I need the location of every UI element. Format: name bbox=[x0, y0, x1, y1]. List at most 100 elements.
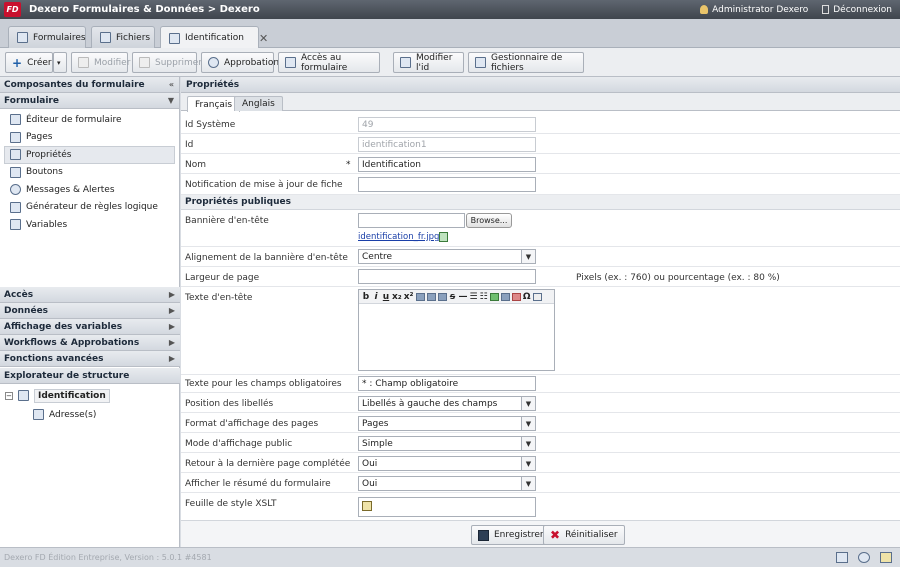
create-button[interactable]: + Créer bbox=[5, 52, 53, 73]
bold-icon[interactable]: b bbox=[362, 292, 370, 302]
modify-id-button[interactable]: Modifier l'id bbox=[393, 52, 464, 73]
file-manager-button[interactable]: Gestionnaire de fichiers bbox=[468, 52, 584, 73]
trash-icon[interactable] bbox=[439, 232, 448, 242]
page-width-hint: Pixels (ex. : 760) ou pourcentage (ex. :… bbox=[576, 273, 780, 283]
row-notify: Notification de mise à jour de fiche bbox=[181, 174, 900, 195]
page-format-select[interactable]: Pages ▼ bbox=[358, 416, 536, 431]
help-icon[interactable] bbox=[836, 552, 848, 563]
tree-item-child[interactable]: Adresse(s) bbox=[0, 405, 180, 424]
components-panel-header[interactable]: Composantes du formulaire « bbox=[0, 77, 179, 93]
user-icon bbox=[700, 5, 709, 14]
tab-label: Fichiers bbox=[116, 32, 151, 43]
tree-root-label: Identification bbox=[34, 388, 110, 403]
group-donnees[interactable]: Données ▶ bbox=[0, 303, 180, 319]
name-field[interactable]: Identification bbox=[358, 157, 536, 172]
align-left-icon[interactable] bbox=[415, 292, 425, 301]
sidebar-item-form-editor[interactable]: Éditeur de formulaire bbox=[0, 111, 179, 129]
user-menu[interactable]: Administrator Dexero bbox=[700, 5, 808, 15]
reset-button[interactable]: ✖ Réinitialiser bbox=[543, 525, 625, 545]
search-icon[interactable] bbox=[880, 552, 892, 563]
logout-link[interactable]: Déconnexion bbox=[822, 5, 892, 15]
ordered-list-icon[interactable]: ☰ bbox=[470, 292, 478, 302]
group-label: Accès bbox=[4, 289, 34, 300]
group-label: Affichage des variables bbox=[4, 321, 123, 332]
return-last-select[interactable]: Oui ▼ bbox=[358, 456, 536, 471]
sidebar-item-properties[interactable]: Propriétés bbox=[4, 146, 175, 164]
subscript-icon[interactable]: x₂ bbox=[392, 292, 402, 302]
modify-button[interactable]: Modifier bbox=[71, 52, 130, 73]
tab-formulaires[interactable]: Formulaires bbox=[8, 26, 86, 48]
link-icon[interactable] bbox=[500, 292, 510, 301]
logout-icon bbox=[822, 5, 830, 14]
language-tabs: Français Anglais bbox=[181, 93, 900, 112]
collapse-left-icon[interactable]: « bbox=[169, 80, 174, 89]
header-text-editor[interactable]: b i u x₂ x² s — ☰ ☷ Ω bbox=[358, 289, 555, 371]
forms-icon bbox=[17, 32, 28, 43]
tab-identification[interactable]: Identification ✕ bbox=[160, 26, 268, 49]
row-show-summary: Afficher le résumé du formulaire Oui ▼ bbox=[181, 473, 900, 493]
collapse-icon[interactable]: − bbox=[5, 391, 13, 400]
group-fonctions-avancees[interactable]: Fonctions avancées ▶ bbox=[0, 351, 180, 367]
field-label: Texte d'en-tête bbox=[185, 293, 253, 303]
approval-icon bbox=[208, 57, 219, 68]
close-icon[interactable]: ✕ bbox=[259, 32, 268, 45]
settings-icon[interactable] bbox=[858, 552, 870, 563]
create-label: Créer bbox=[27, 57, 52, 68]
approval-label: Approbation bbox=[224, 57, 280, 68]
horizontal-rule-icon[interactable]: — bbox=[459, 292, 468, 302]
sidebar-item-variables[interactable]: Variables bbox=[0, 216, 179, 234]
notify-field[interactable] bbox=[358, 177, 536, 192]
sidebar-item-messages[interactable]: Messages & Alertes bbox=[0, 181, 179, 199]
banner-file-input[interactable] bbox=[358, 213, 465, 228]
edit-icon[interactable] bbox=[362, 501, 372, 511]
group-acces[interactable]: Accès ▶ bbox=[0, 287, 180, 303]
approval-button[interactable]: Approbation bbox=[201, 52, 279, 73]
create-dropdown-button[interactable]: ▾ bbox=[53, 52, 67, 73]
form-group-header[interactable]: Formulaire ▼ bbox=[0, 93, 179, 109]
tree-item-root[interactable]: − Identification bbox=[0, 386, 180, 405]
row-system-id: Id Système 49 bbox=[181, 114, 900, 134]
align-center-icon[interactable] bbox=[426, 292, 436, 301]
select-value: Pages bbox=[362, 419, 389, 429]
required-text-field[interactable]: * : Champ obligatoire bbox=[358, 376, 536, 391]
banner-align-select[interactable]: Centre ▼ bbox=[358, 249, 536, 264]
tab-fichiers[interactable]: Fichiers bbox=[91, 26, 155, 48]
sidebar-item-label: Variables bbox=[26, 219, 68, 230]
sidebar-item-pages[interactable]: Pages bbox=[0, 129, 179, 147]
public-mode-select[interactable]: Simple ▼ bbox=[358, 436, 536, 451]
row-header-text: Texte d'en-tête b i u x₂ x² s — ☰ ☷ Ω bbox=[181, 287, 900, 375]
align-right-icon[interactable] bbox=[437, 292, 447, 301]
strikethrough-icon[interactable]: s bbox=[449, 292, 457, 302]
page-width-field[interactable] bbox=[358, 269, 536, 284]
sidebar-item-buttons[interactable]: Boutons bbox=[0, 164, 179, 182]
toolbar: + Créer ▾ Modifier Supprimer Approbation… bbox=[0, 48, 900, 77]
show-summary-select[interactable]: Oui ▼ bbox=[358, 476, 536, 491]
underline-icon[interactable]: u bbox=[382, 292, 390, 302]
unlink-icon[interactable] bbox=[511, 292, 521, 301]
source-icon[interactable] bbox=[532, 292, 542, 301]
form-access-button[interactable]: Accès au formulaire bbox=[278, 52, 380, 73]
row-page-width: Largeur de page Pixels (ex. : 760) ou po… bbox=[181, 267, 900, 287]
field-label: Nom bbox=[185, 160, 207, 170]
sidebar-item-rules[interactable]: Générateur de règles logique bbox=[0, 199, 179, 217]
tab-anglais[interactable]: Anglais bbox=[234, 96, 283, 111]
sidebar-item-label: Pages bbox=[26, 132, 53, 143]
group-affichage-variables[interactable]: Affichage des variables ▶ bbox=[0, 319, 180, 335]
form-access-icon bbox=[285, 57, 296, 68]
banner-file-link[interactable]: identification_fr.jpg bbox=[358, 232, 439, 242]
label-position-select[interactable]: Libellés à gauche des champs ▼ bbox=[358, 396, 536, 411]
xslt-field[interactable] bbox=[358, 497, 536, 517]
unordered-list-icon[interactable]: ☷ bbox=[480, 292, 488, 302]
group-label: Données bbox=[4, 305, 49, 316]
pages-icon bbox=[10, 131, 21, 143]
delete-button[interactable]: Supprimer bbox=[132, 52, 202, 73]
browse-button[interactable]: Browse... bbox=[466, 213, 512, 228]
tab-francais[interactable]: Français bbox=[187, 96, 241, 112]
italic-icon[interactable]: i bbox=[372, 292, 380, 302]
special-char-icon[interactable]: Ω bbox=[523, 292, 531, 302]
group-workflows[interactable]: Workflows & Approbations ▶ bbox=[0, 335, 180, 351]
save-button[interactable]: Enregistrer bbox=[471, 525, 551, 545]
user-name: Administrator Dexero bbox=[712, 4, 809, 15]
image-icon[interactable] bbox=[489, 292, 499, 301]
superscript-icon[interactable]: x² bbox=[404, 292, 414, 302]
